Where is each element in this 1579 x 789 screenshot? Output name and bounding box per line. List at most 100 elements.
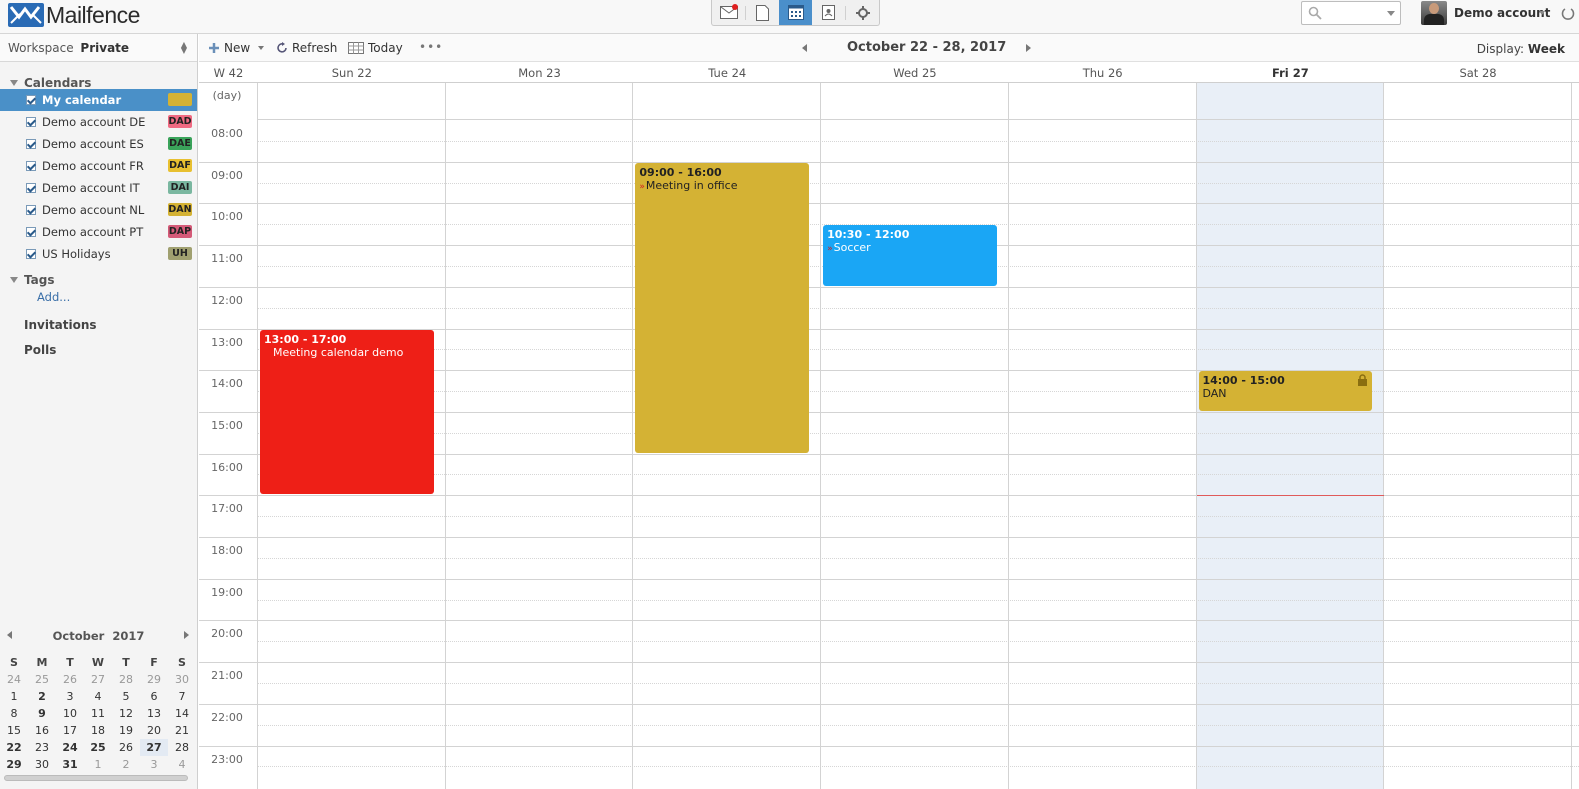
polls-link[interactable]: Polls [24, 343, 56, 357]
refresh-button[interactable]: Refresh [276, 41, 337, 55]
day-header[interactable]: Wed 25 [821, 66, 1009, 80]
mini-calendar-day[interactable]: 26 [56, 671, 84, 688]
mini-calendar-day[interactable]: 6 [140, 688, 168, 705]
workspace-selector[interactable]: Workspace Private ▲ ▼ [0, 34, 197, 62]
day-header[interactable]: Sun 22 [258, 66, 446, 80]
mini-calendar-day[interactable]: 2 [28, 688, 56, 705]
chevron-down-icon[interactable] [258, 46, 265, 50]
mail-app-button[interactable] [712, 0, 745, 25]
mini-calendar-day[interactable]: 21 [168, 722, 196, 739]
mini-calendar-day[interactable]: 26 [112, 739, 140, 756]
calendars-section-header[interactable]: Calendars [0, 69, 91, 91]
tags-section-header[interactable]: Tags [0, 266, 54, 288]
mini-calendar-day[interactable]: 24 [56, 739, 84, 756]
calendar-app-button[interactable] [779, 0, 812, 25]
calendar-color-tag[interactable]: DAE [168, 137, 192, 150]
calendar-item[interactable]: Demo account NL DAN [0, 199, 197, 221]
mini-calendar-day[interactable]: 23 [28, 739, 56, 756]
mini-calendar-day[interactable]: 1 [0, 688, 28, 705]
calendar-checkbox[interactable] [26, 139, 36, 149]
mini-calendar-day[interactable]: 18 [84, 722, 112, 739]
documents-app-button[interactable] [746, 0, 779, 25]
mini-calendar-day[interactable]: 25 [28, 671, 56, 688]
mini-calendar-day[interactable]: 9 [28, 705, 56, 722]
day-header[interactable]: Thu 26 [1009, 66, 1197, 80]
calendar-checkbox[interactable] [26, 249, 36, 259]
day-header[interactable]: Tue 24 [633, 66, 821, 80]
mini-calendar-day[interactable]: 10 [56, 705, 84, 722]
search-input[interactable] [1301, 1, 1401, 25]
calendar-event[interactable]: 09:00 - 16:00 »Meeting in office [635, 162, 810, 453]
day-header[interactable]: Sat 28 [1384, 66, 1572, 80]
mini-calendar-day[interactable]: 1 [84, 756, 112, 773]
scrollbar[interactable] [4, 775, 188, 781]
mini-calendar-day[interactable]: 28 [168, 739, 196, 756]
calendar-color-tag[interactable]: UH [168, 247, 192, 260]
mini-calendar-day[interactable]: 16 [28, 722, 56, 739]
more-button[interactable]: ••• [419, 40, 443, 54]
mini-calendar-day[interactable]: 3 [56, 688, 84, 705]
mini-calendar-day[interactable]: 31 [56, 756, 84, 773]
calendar-item[interactable]: Demo account FR DAF [0, 155, 197, 177]
mini-calendar-day[interactable]: 17 [56, 722, 84, 739]
mini-calendar-day[interactable]: 14 [168, 705, 196, 722]
display-mode-selector[interactable]: Display: Week [1477, 42, 1565, 56]
calendar-color-tag[interactable]: DAI [168, 181, 192, 194]
mini-calendar-day[interactable]: 7 [168, 688, 196, 705]
mini-calendar-day[interactable]: 27 [84, 671, 112, 688]
avatar[interactable] [1421, 1, 1447, 25]
calendar-item[interactable]: Demo account ES DAE [0, 133, 197, 155]
mini-calendar-day[interactable]: 25 [84, 739, 112, 756]
settings-app-button[interactable] [846, 0, 879, 25]
today-button[interactable]: Today [348, 41, 403, 55]
next-month-icon[interactable] [184, 631, 189, 639]
mini-calendar-day[interactable]: 20 [140, 722, 168, 739]
mini-calendar-day[interactable]: 28 [112, 671, 140, 688]
mini-calendar-day[interactable]: 30 [28, 756, 56, 773]
calendar-color-tag[interactable]: DAP [168, 225, 192, 238]
calendar-event[interactable]: 10:30 - 12:00 »Soccer [823, 225, 997, 286]
contacts-app-button[interactable] [812, 0, 845, 25]
invitations-link[interactable]: Invitations [24, 318, 97, 332]
mini-calendar-day[interactable]: 19 [112, 722, 140, 739]
calendar-checkbox[interactable] [26, 117, 36, 127]
calendar-checkbox[interactable] [26, 205, 36, 215]
day-header[interactable]: Mon 23 [446, 66, 634, 80]
calendar-color-tag[interactable]: DAF [168, 159, 192, 172]
calendar-checkbox[interactable] [26, 161, 36, 171]
calendar-item[interactable]: Demo account PT DAP [0, 221, 197, 243]
calendar-color-tag[interactable]: DAD [168, 115, 192, 128]
calendar-event[interactable]: 14:00 - 15:00 DAN [1198, 371, 1373, 411]
chevron-down-icon[interactable] [1387, 11, 1395, 16]
calendar-checkbox[interactable] [26, 183, 36, 193]
calendar-color-tag[interactable] [168, 93, 192, 106]
account-menu[interactable]: Demo account [1454, 6, 1550, 20]
calendar-item[interactable]: US Holidays UH [0, 243, 197, 265]
mini-calendar-day[interactable]: 11 [84, 705, 112, 722]
prev-week-icon[interactable] [802, 44, 807, 52]
mini-calendar-day[interactable]: 27 [140, 739, 168, 756]
calendar-event[interactable]: 13:00 - 17:00 Meeting calendar demo [260, 329, 434, 495]
calendar-item[interactable]: Demo account DE DAD [0, 111, 197, 133]
mini-calendar-day[interactable]: 8 [0, 705, 28, 722]
chevron-down-icon[interactable] [1539, 11, 1545, 15]
mini-calendar-day[interactable]: 12 [112, 705, 140, 722]
mini-calendar-day[interactable]: 30 [168, 671, 196, 688]
new-button[interactable]: New [208, 41, 265, 55]
day-header[interactable]: Fri 27 [1197, 66, 1385, 80]
mini-calendar-day[interactable]: 24 [0, 671, 28, 688]
mini-calendar-day[interactable]: 3 [140, 756, 168, 773]
mini-calendar-day[interactable]: 13 [140, 705, 168, 722]
mini-calendar-day[interactable]: 5 [112, 688, 140, 705]
mini-calendar-day[interactable]: 4 [168, 756, 196, 773]
mini-calendar-day[interactable]: 15 [0, 722, 28, 739]
mini-calendar-day[interactable]: 29 [140, 671, 168, 688]
calendar-item[interactable]: Demo account IT DAI [0, 177, 197, 199]
mini-calendar-day[interactable]: 2 [112, 756, 140, 773]
calendar-color-tag[interactable]: DAN [168, 203, 192, 216]
calendar-item[interactable]: My calendar [0, 89, 197, 111]
calendar-checkbox[interactable] [26, 95, 36, 105]
mini-calendar-day[interactable]: 22 [0, 739, 28, 756]
mailfence-logo[interactable]: Mailfence [8, 2, 140, 28]
next-week-icon[interactable] [1026, 44, 1031, 52]
